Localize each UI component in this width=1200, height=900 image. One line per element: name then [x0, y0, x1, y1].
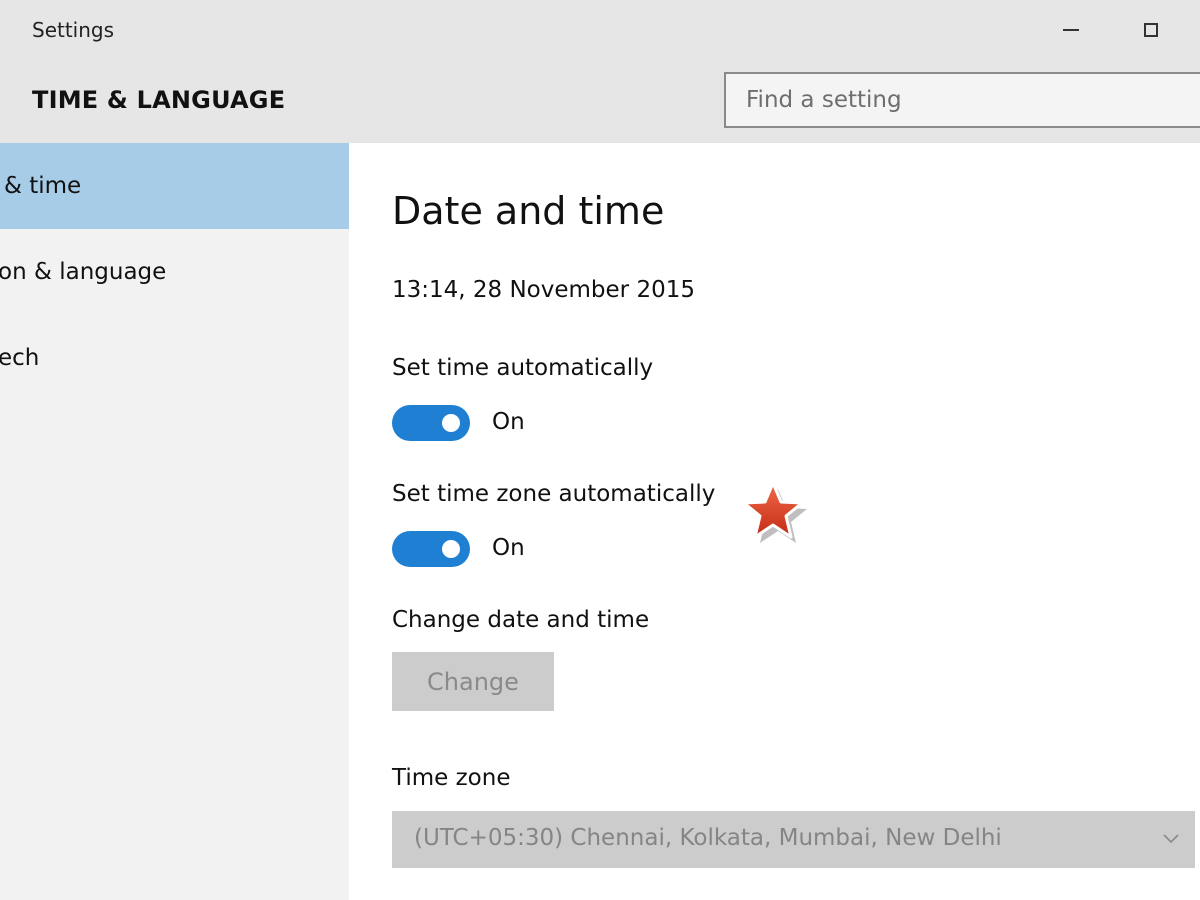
sidebar-item-speech[interactable]: ech — [0, 315, 349, 401]
sidebar-item-label: on & language — [0, 259, 167, 285]
app-title: Settings — [32, 18, 115, 42]
time-zone-label: Time zone — [392, 765, 511, 791]
set-time-auto-state: On — [492, 409, 525, 435]
chevron-down-icon — [1163, 834, 1179, 844]
maximize-button[interactable] — [1128, 14, 1174, 46]
section-title: TIME & LANGUAGE — [32, 86, 286, 114]
sidebar-item-date-time[interactable]: & time — [0, 143, 349, 229]
sidebar-item-label: ech — [0, 345, 40, 371]
set-time-auto-label: Set time automatically — [392, 355, 654, 381]
star-icon — [742, 481, 807, 543]
change-button[interactable]: Change — [392, 652, 554, 711]
search-input[interactable] — [724, 72, 1200, 128]
maximize-icon — [1144, 23, 1158, 37]
sidebar-item-label: & time — [4, 173, 82, 199]
time-zone-value: (UTC+05:30) Chennai, Kolkata, Mumbai, Ne… — [414, 825, 1002, 851]
toggle-knob — [442, 540, 460, 558]
settings-header: TIME & LANGUAGE — [0, 60, 1200, 143]
minimize-icon — [1063, 29, 1079, 31]
toggle-knob — [442, 414, 460, 432]
time-zone-dropdown[interactable]: (UTC+05:30) Chennai, Kolkata, Mumbai, Ne… — [392, 811, 1195, 868]
sidebar-nav: & time on & language ech — [0, 143, 349, 900]
set-time-auto-toggle[interactable] — [392, 405, 470, 441]
page-title: Date and time — [392, 189, 665, 233]
minimize-button[interactable] — [1048, 14, 1094, 46]
set-timezone-auto-label: Set time zone automatically — [392, 481, 716, 507]
title-bar: Settings — [0, 0, 1200, 60]
current-datetime: 13:14, 28 November 2015 — [392, 277, 695, 303]
sidebar-item-region-language[interactable]: on & language — [0, 229, 349, 315]
change-date-time-label: Change date and time — [392, 607, 650, 633]
set-timezone-auto-state: On — [492, 535, 525, 561]
set-timezone-auto-toggle[interactable] — [392, 531, 470, 567]
